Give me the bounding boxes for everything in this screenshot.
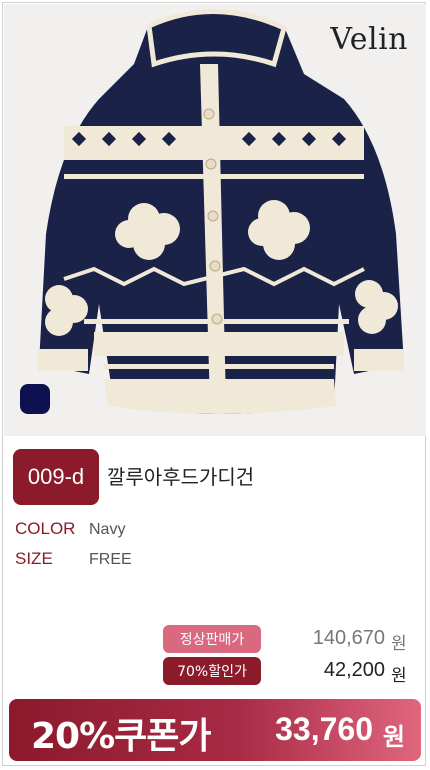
size-label: SIZE <box>15 549 53 568</box>
product-card[interactable]: Velin 009-d 깔루아후드가디건 COLOR Navy SIZE FRE… <box>2 2 426 766</box>
discount-price-currency: 원 <box>391 666 407 686</box>
product-image[interactable]: Velin <box>4 4 426 436</box>
regular-price-value: 140,670 <box>312 627 385 649</box>
color-label: COLOR <box>15 519 76 538</box>
regular-price-currency: 원 <box>391 634 407 654</box>
regular-price-label: 정상판매가 <box>163 625 261 653</box>
discount-price-value: 42,200 <box>323 659 385 681</box>
color-value: Navy <box>89 521 126 538</box>
coupon-price-currency: 원 <box>382 723 405 751</box>
coupon-price-value: 33,760 <box>275 711 373 747</box>
coupon-label: 20%쿠폰가 <box>31 716 212 757</box>
discount-price-label: 70%할인가 <box>163 657 261 685</box>
brand-logo: Velin <box>330 22 408 57</box>
color-swatch[interactable] <box>20 384 50 414</box>
product-code-badge: 009-d <box>13 449 99 505</box>
size-value: FREE <box>89 551 132 568</box>
cardigan-illustration <box>38 9 404 414</box>
coupon-price-bar[interactable]: 20%쿠폰가 33,760 원 <box>9 699 421 761</box>
product-name[interactable]: 깔루아후드가디건 <box>107 461 254 490</box>
